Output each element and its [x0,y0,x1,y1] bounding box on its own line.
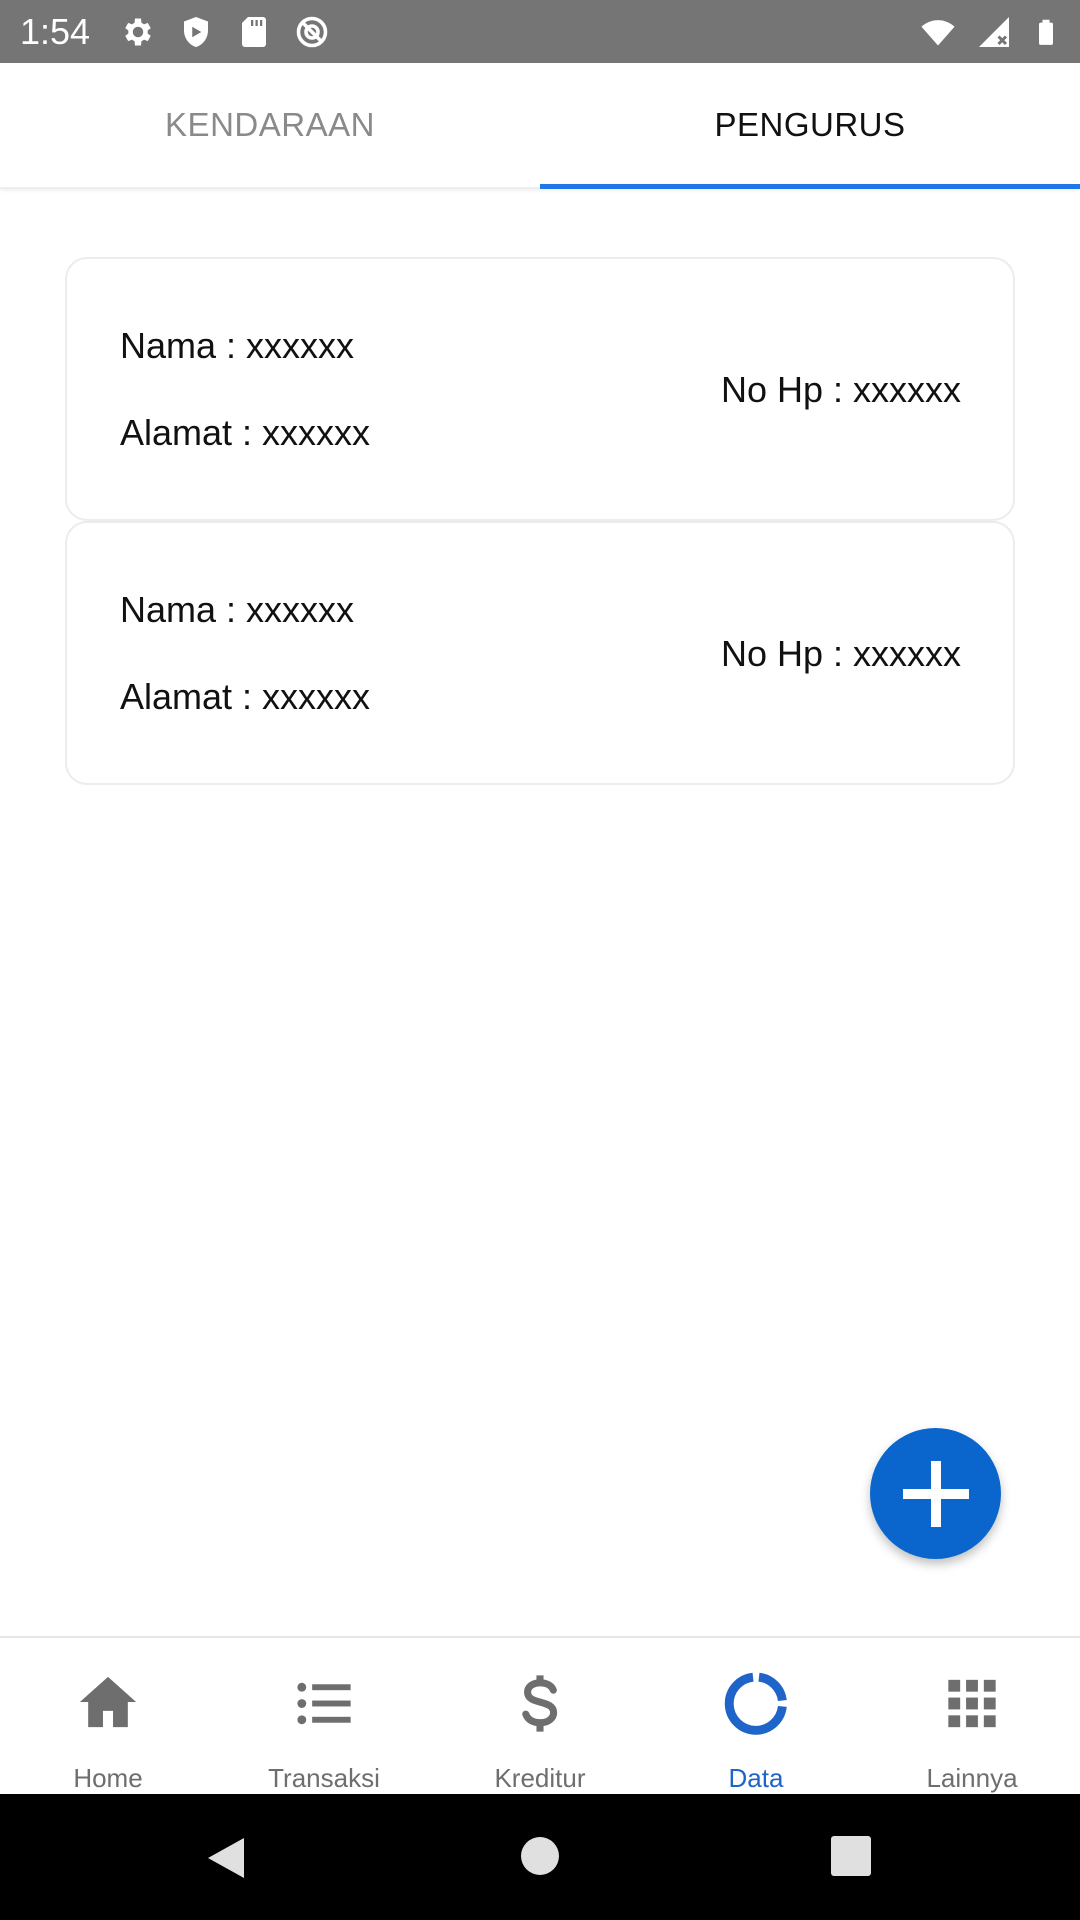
nav-data[interactable]: Data [648,1638,864,1794]
nav-label: Kreditur [494,1763,586,1793]
nav-kreditur[interactable]: Kreditur [432,1638,648,1794]
nama-text: Nama : xxxxxx [120,325,355,366]
status-icons-left [120,14,330,50]
bottom-navigation: Home Transaksi Kreditur Data Lainnya [0,1636,1080,1794]
pengurus-card[interactable]: Nama : xxxxxx Alamat : xxxxxx No Hp : xx… [65,521,1015,785]
tab-pengurus[interactable]: PENGURUS [540,63,1080,189]
wifi-icon [921,19,955,45]
pengurus-card[interactable]: Nama : xxxxxx Alamat : xxxxxx No Hp : xx… [65,257,1015,521]
dollar-icon [522,1675,558,1732]
plus-icon [902,1460,969,1527]
nohp-text: No Hp : xxxxxx [720,633,961,674]
nav-label: Transaksi [268,1763,380,1793]
battery-icon [1039,19,1053,45]
alamat-text: Alamat : xxxxxx [120,412,371,453]
gear-icon [125,18,151,45]
home-icon [79,1676,137,1728]
sd-card-icon [242,16,267,47]
status-bar: 1:54 [0,0,1080,63]
nav-transaksi[interactable]: Transaksi [216,1638,432,1794]
nav-label: Data [728,1763,784,1793]
list-icon [297,1682,351,1725]
nav-label: Home [73,1763,143,1793]
nama-text: Nama : xxxxxx [120,589,355,630]
tab-bar: KENDARAAN PENGURUS [0,63,1080,189]
status-time: 1:54 [20,10,91,52]
shield-icon [184,16,209,47]
grid-icon [948,1679,996,1728]
nav-lainnya[interactable]: Lainnya [864,1638,1080,1794]
tab-kendaraan[interactable]: KENDARAAN [0,63,540,187]
add-pengurus-button[interactable] [870,1428,1001,1559]
signal-icon [979,16,1009,47]
recents-icon[interactable] [831,1836,871,1876]
nohp-text: No Hp : xxxxxx [720,369,961,410]
back-icon[interactable] [204,1834,248,1882]
no-sync-icon [296,16,328,47]
donut-chart-icon [724,1672,787,1735]
alamat-text: Alamat : xxxxxx [120,676,371,717]
system-navigation-bar [0,1794,1080,1920]
nav-label: Lainnya [926,1763,1018,1793]
nav-home[interactable]: Home [0,1638,216,1794]
status-icons-right [920,14,1060,50]
home-circle-icon[interactable] [520,1836,560,1876]
